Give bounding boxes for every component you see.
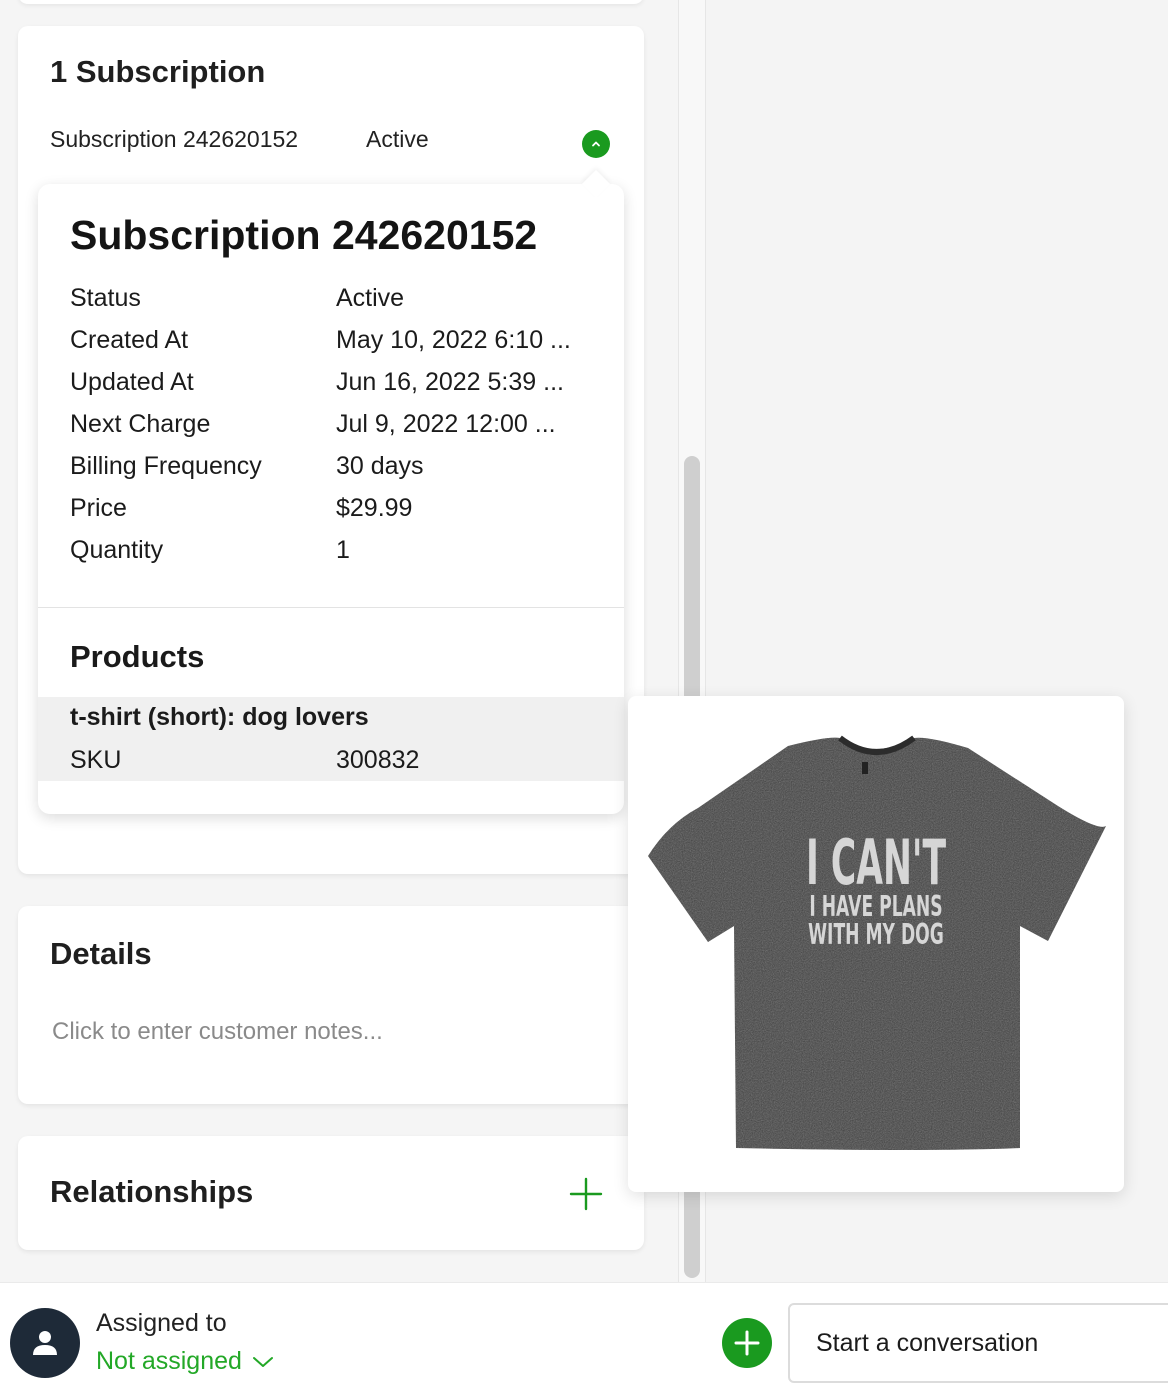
shirt-print-line-1: I CAN'T: [806, 826, 946, 899]
previous-card-edge: [18, 0, 644, 4]
field-value: Active: [336, 284, 405, 312]
customer-notes-field[interactable]: Click to enter customer notes...: [52, 1018, 383, 1046]
field-label: Billing Frequency: [70, 452, 262, 480]
field-row-billing-frequency: Billing Frequency 30 days: [70, 452, 600, 494]
subscription-status: Active: [366, 126, 429, 152]
shirt-print-line-3: WITH MY DOG: [808, 917, 944, 951]
relationships-card: Relationships: [18, 1136, 644, 1250]
subscriptions-title: 1 Subscription: [50, 54, 266, 89]
new-conversation-button[interactable]: [722, 1318, 772, 1368]
field-label: Status: [70, 284, 141, 312]
field-row-created-at: Created At May 10, 2022 6:10 ...: [70, 326, 600, 368]
product-item[interactable]: t-shirt (short): dog lovers SKU 300832: [38, 697, 624, 781]
user-icon: [33, 1331, 57, 1355]
field-row-price: Price $29.99: [70, 494, 600, 536]
add-relationship-button[interactable]: [568, 1176, 604, 1212]
details-card: Details Click to enter customer notes...: [18, 906, 644, 1104]
field-row-status: Status Active: [70, 284, 600, 326]
chevron-down-icon: [252, 1356, 273, 1367]
subscription-name: Subscription 242620152: [50, 126, 299, 152]
relationships-title: Relationships: [50, 1174, 254, 1209]
field-row-updated-at: Updated At Jun 16, 2022 5:39 ...: [70, 368, 600, 410]
conversation-footer: Assigned to Not assigned Start a convers…: [0, 1282, 1168, 1394]
field-label: Next Charge: [70, 410, 211, 438]
assigned-to-label: Assigned to: [96, 1309, 227, 1337]
product-image-preview: I CAN'T I HAVE PLANS WITH MY DOG: [628, 696, 1124, 1192]
field-label: Quantity: [70, 536, 164, 564]
products-heading: Products: [70, 639, 205, 674]
popover-arrow: [581, 169, 611, 199]
product-image: I CAN'T I HAVE PLANS WITH MY DOG: [648, 735, 1106, 1150]
subscription-popover: Subscription 242620152 Status Active Cre…: [38, 169, 624, 814]
start-conversation-placeholder: Start a conversation: [816, 1328, 1039, 1357]
field-value: May 10, 2022 6:10 ...: [336, 326, 571, 354]
assignee-value: Not assigned: [96, 1347, 242, 1375]
product-sku-value: 300832: [336, 746, 420, 774]
popover-title: Subscription 242620152: [70, 212, 538, 258]
details-title: Details: [50, 936, 152, 971]
shirt-print: I CAN'T I HAVE PLANS WITH MY DOG: [806, 826, 946, 951]
field-value: Jun 16, 2022 5:39 ...: [336, 368, 564, 396]
popover-divider: [38, 607, 624, 608]
assignee-dropdown[interactable]: Not assigned: [96, 1347, 274, 1376]
plus-icon: [734, 1330, 760, 1356]
subscription-row[interactable]: Subscription 242620152 Active: [50, 126, 610, 158]
field-value: $29.99: [336, 494, 413, 522]
start-conversation-input[interactable]: Start a conversation: [788, 1303, 1168, 1383]
field-value: 1: [336, 536, 350, 564]
collapse-subscription-button[interactable]: [582, 130, 610, 158]
avatar[interactable]: [10, 1308, 80, 1378]
plus-icon: [569, 1177, 603, 1211]
product-name: t-shirt (short): dog lovers: [70, 703, 369, 731]
chevron-up-icon: [592, 141, 600, 147]
field-value: Jul 9, 2022 12:00 ...: [336, 410, 556, 438]
customer-sidebar: 1 Subscription Subscription 242620152 Ac…: [0, 0, 678, 1282]
field-row-next-charge: Next Charge Jul 9, 2022 12:00 ...: [70, 410, 600, 452]
field-label: Created At: [70, 326, 189, 354]
product-sku-label: SKU: [70, 746, 122, 774]
field-label: Updated At: [70, 368, 194, 396]
field-label: Price: [70, 494, 127, 522]
field-row-quantity: Quantity 1: [70, 536, 600, 578]
subscriptions-card: 1 Subscription Subscription 242620152 Ac…: [18, 26, 644, 874]
field-value: 30 days: [336, 452, 424, 480]
